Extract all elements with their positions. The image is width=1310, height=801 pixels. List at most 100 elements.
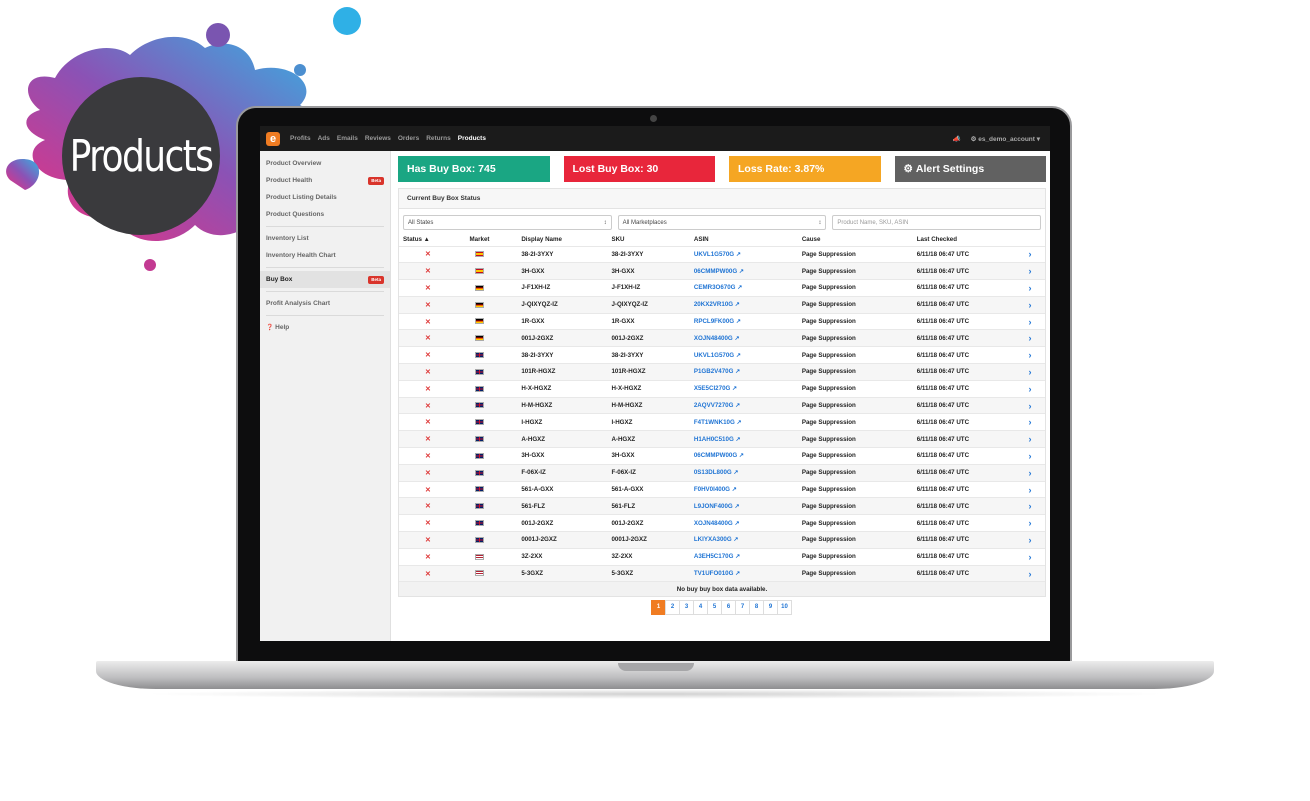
asin-link[interactable]: TV1UFO010G [694,570,734,577]
table-row[interactable]: ✕ 5-3GXZ 5-3GXZ TV1UFO010G ↗ Page Suppressio… [399,564,1045,582]
nav-orders[interactable]: Orders [398,135,419,142]
asin-link[interactable]: 20KX2VR10G [694,301,733,308]
page-7-button[interactable]: 7 [735,599,750,615]
page-10-button[interactable]: 10 [777,599,792,615]
chevron-right-icon[interactable]: › [1029,333,1032,343]
asin-link[interactable]: P1GB2V470G [694,368,734,375]
table-row[interactable]: ✕ H-X-HGXZ H-X-HGXZ X5E5CI270G ↗ Page Suppre… [399,379,1045,398]
chevron-right-icon[interactable]: › [1029,434,1032,444]
asin-link[interactable]: A3EH5C170G [694,553,734,560]
chevron-right-icon[interactable]: › [1029,569,1032,579]
asin-link[interactable]: 06CMMPW00G [694,452,737,459]
table-row[interactable]: ✕ 001J-2GXZ 001J-2GXZ XOJN48400G ↗ Page Supp… [399,514,1045,532]
table-row[interactable]: ✕ 3H-GXX 3H-GXX 06CMMPW00G ↗ Page Suppressio… [399,262,1045,280]
alert-settings-button[interactable]: ⚙ Alert Settings [894,156,1046,182]
lost-icon: ✕ [425,469,431,477]
status-cell: ✕ [399,396,466,414]
chevron-right-icon[interactable]: › [1029,535,1032,545]
table-row[interactable]: ✕ 001J-2GXZ 001J-2GXZ XOJN48400G ↗ Page Supp… [399,329,1045,347]
asin-link[interactable]: UKVL1G570G [694,251,734,258]
table-row[interactable]: ✕ 1R-GXX 1R-GXX RPCL9FK00G ↗ Page Suppressio… [399,312,1045,330]
table-row[interactable]: ✕ 561-FLZ 561-FLZ L9JONF400G ↗ Page Suppress… [399,497,1045,515]
sidebar-item[interactable]: Product Listing Details [260,189,390,206]
chevron-right-icon[interactable]: › [1029,300,1032,310]
external-link-icon: ↗ [737,267,745,275]
table-row[interactable]: ✕ I-HGXZ I-HGXZ F4T1WNK10G ↗ Page Suppressio… [399,413,1045,431]
page-3-button[interactable]: 3 [679,599,694,615]
chevron-right-icon[interactable]: › [1029,350,1032,360]
asin-link[interactable]: L9JONF400G [694,503,733,510]
sidebar-item[interactable]: Product Questions [260,206,390,223]
chevron-right-icon[interactable]: › [1029,451,1032,461]
table-row[interactable]: ✕ F-06X-IZ F-06X-IZ 0S13DL800G ↗ Page Suppre… [399,463,1045,482]
asin-link[interactable]: X5E5CI270G [694,385,730,392]
external-link-icon: ↗ [732,519,740,527]
table-row[interactable]: ✕ 38-2I-3YXY 38-2I-3YXY UKVL1G570G ↗ Page Su… [399,346,1045,364]
nav-ads[interactable]: Ads [318,135,330,142]
page-1-button[interactable]: 1 [651,599,666,615]
table-row[interactable]: ✕ J-QIXYQZ-IZ J-QIXYQZ-IZ 20KX2VR10G ↗ Page … [399,295,1045,314]
sidebar-item[interactable]: Inventory Health Chart [260,247,390,264]
page-9-button[interactable]: 9 [763,599,778,615]
states-select[interactable]: All States ↕ [403,215,612,230]
asin-link[interactable]: 06CMMPW00G [694,268,737,275]
table-row[interactable]: ✕ 3Z-2XX 3Z-2XX A3EH5C170G ↗ Page Suppressio… [399,547,1045,566]
asin-link[interactable]: F0HV0I400G [694,486,730,493]
asin-link[interactable]: XOJN48400G [694,335,733,342]
page-8-button[interactable]: 8 [749,599,764,615]
table-row[interactable]: ✕ J-F1XH-IZ J-F1XH-IZ CEMR3O670G ↗ Page Supp… [399,279,1045,297]
marketplaces-select[interactable]: All Marketplaces ↕ [617,215,827,230]
nav-reviews[interactable]: Reviews [365,135,391,142]
sidebar-item[interactable]: Profit Analysis Chart [260,295,390,312]
app-logo[interactable]: e [266,131,280,146]
chevron-right-icon[interactable]: › [1029,384,1032,394]
chevron-right-icon[interactable]: › [1029,468,1032,478]
chevron-right-icon[interactable]: › [1029,552,1032,562]
chevron-right-icon[interactable]: › [1029,518,1032,528]
chevron-right-icon[interactable]: › [1029,249,1032,259]
account-menu[interactable]: ⚙ es_demo_account ▾ [971,135,1040,143]
page-5-button[interactable]: 5 [707,599,722,615]
sidebar-item[interactable]: Buy Box Beta [260,271,390,288]
chevron-right-icon[interactable]: › [1029,417,1032,427]
asin-link[interactable]: H1AH0C510G [694,436,734,443]
asin-link[interactable]: CEMR3O670G [694,284,736,291]
column-header[interactable]: Status ▲ [399,234,466,246]
sidebar-item[interactable]: Product Health Beta [260,172,390,189]
page-2-button[interactable]: 2 [665,599,680,615]
table-row[interactable]: ✕ A-HGXZ A-HGXZ H1AH0C510G ↗ Page Suppressio… [399,430,1045,448]
asin-link[interactable]: RPCL9FK00G [694,318,734,325]
page-4-button[interactable]: 4 [693,599,708,615]
search-input[interactable]: Product Name, SKU, ASIN [832,215,1042,230]
asin-link[interactable]: UKVL1G570G [694,352,734,359]
sidebar-item[interactable]: Inventory List [260,230,390,247]
nav-profits[interactable]: Profits [290,135,311,142]
nav-emails[interactable]: Emails [337,135,358,142]
chevron-right-icon[interactable]: › [1029,266,1032,276]
table-row[interactable]: ✕ 561-A-GXX 561-A-GXX F0HV0I400G ↗ Page Supp… [399,480,1045,498]
sidebar-item[interactable]: Product Overview [260,155,390,172]
asin-link[interactable]: LKIYXA300G [694,536,732,543]
nav-products[interactable]: Products [458,135,486,142]
table-row[interactable]: ✕ 3H-GXX 3H-GXX 06CMMPW00G ↗ Page Suppressio… [399,447,1045,465]
asin-link[interactable]: 0S13DL800G [694,469,732,476]
table-row[interactable]: ✕ 0001J-2GXZ 0001J-2GXZ LKIYXA300G ↗ Page Su… [399,531,1045,549]
chevron-right-icon[interactable]: › [1029,317,1032,327]
chevron-right-icon[interactable]: › [1029,485,1032,495]
announcement-icon[interactable]: 📣 [952,135,960,143]
page-6-button[interactable]: 6 [721,599,736,615]
sidebar-item-text: Profit Analysis Chart [266,300,331,307]
chevron-right-icon[interactable]: › [1029,367,1032,377]
nav-returns[interactable]: Returns [426,135,451,142]
table-row[interactable]: ✕ 101R-HGXZ 101R-HGXZ P1GB2V470G ↗ Page Supp… [399,363,1045,381]
asin-link[interactable]: F4T1WNK10G [694,419,735,426]
asin-link[interactable]: 2AQVV7270G [694,402,734,409]
chevron-right-icon[interactable]: › [1029,501,1032,511]
asin-link[interactable]: XOJN48400G [694,520,733,527]
chevron-right-icon[interactable]: › [1029,401,1032,411]
column-header-action [1025,234,1045,246]
table-row[interactable]: ✕ H-M-HGXZ H-M-HGXZ 2AQVV7270G ↗ Page Suppre… [399,396,1045,414]
table-row[interactable]: ✕ 38-2I-3YXY 38-2I-3YXY UKVL1G570G ↗ Page Su… [399,245,1045,263]
chevron-right-icon[interactable]: › [1029,283,1032,293]
sidebar-item[interactable]: ❓ Help [260,319,390,336]
